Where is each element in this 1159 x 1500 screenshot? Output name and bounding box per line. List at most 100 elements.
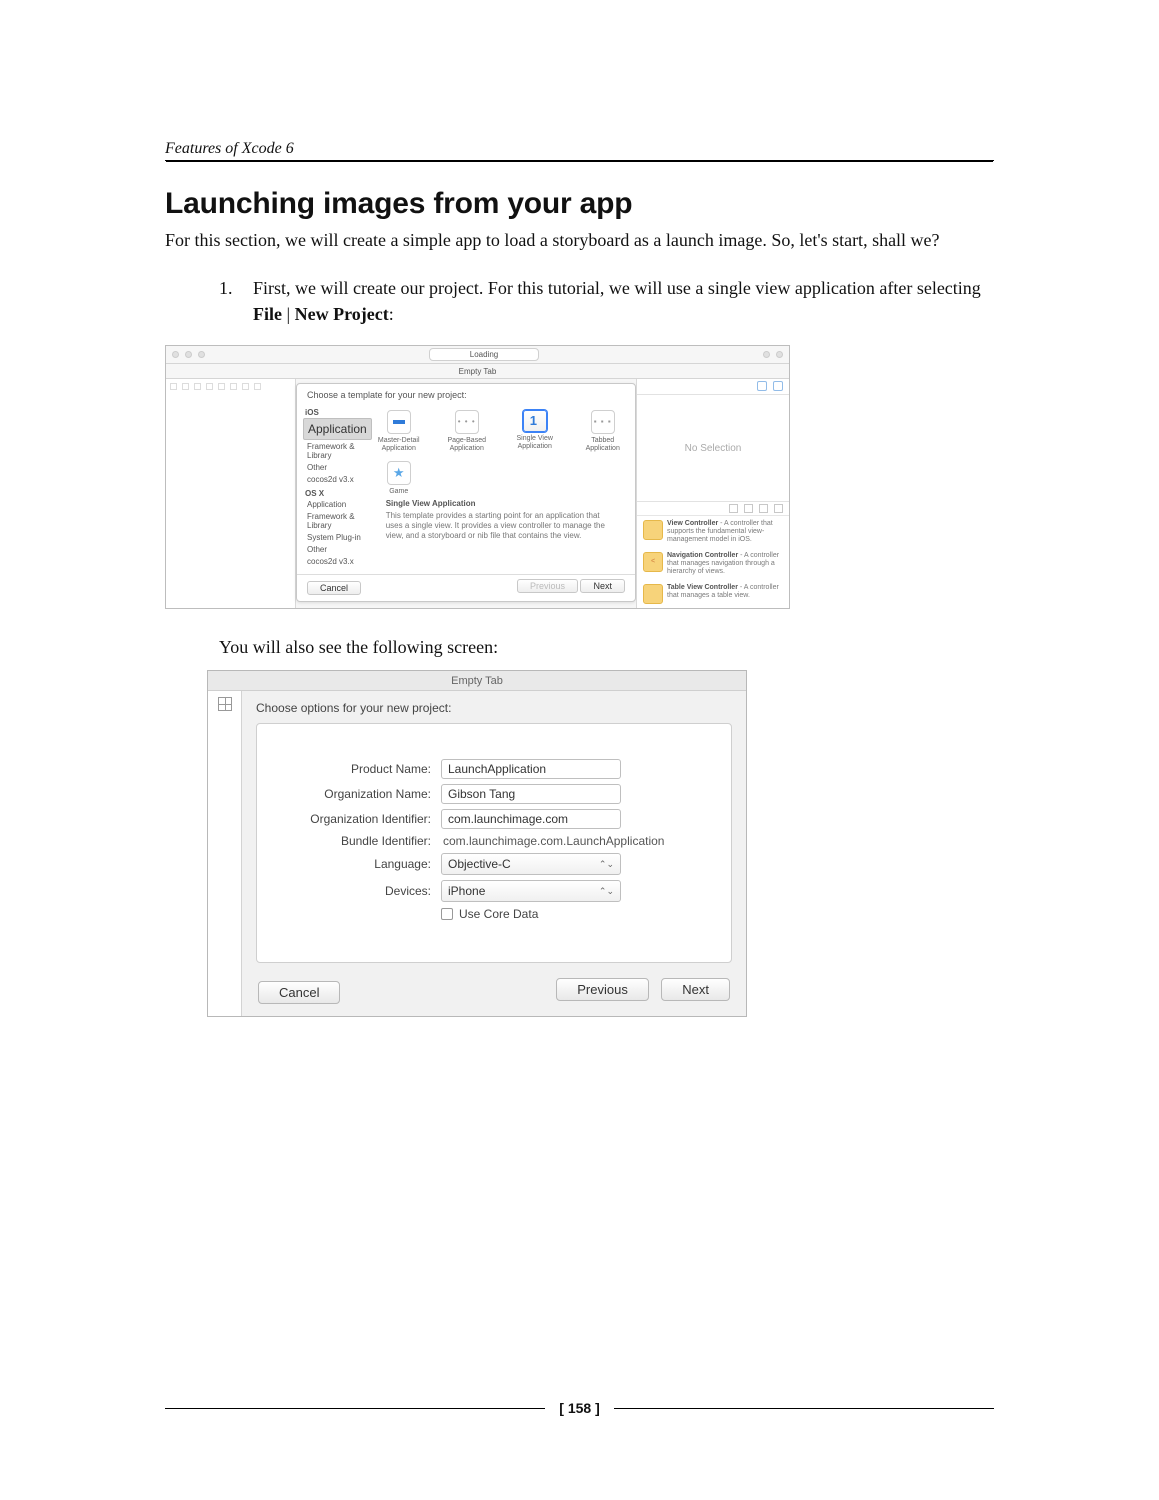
language-select[interactable]: Objective-C ⌃⌄ [441,853,621,875]
platform-osx: OS X [305,489,370,498]
nav-tab-icon[interactable] [230,383,237,390]
grid-icon[interactable] [218,697,232,711]
inspector-tab-icon[interactable] [757,381,767,391]
tab-empty[interactable]: Empty Tab [459,367,497,376]
organization-name-field[interactable]: Gibson Tang [441,784,621,804]
tile-label: Page-Based Application [442,437,492,452]
library-tab-icon[interactable] [759,504,768,513]
lib-title: Navigation Controller [667,552,738,559]
tile-single-view[interactable]: 1 Single View Application [510,410,560,452]
page-number: [ 158 ] [555,1400,603,1416]
sheet-title: Choose options for your new project: [242,691,746,715]
star-icon: ★ [393,466,405,480]
chevron-updown-icon: ⌃⌄ [599,859,614,870]
dots-icon: • • • [458,418,476,427]
library-item[interactable]: Table View Controller - A controller tha… [637,580,789,608]
org-id-label: Organization Identifier: [281,812,441,826]
next-button[interactable]: Next [661,978,730,1001]
nav-tab-icon[interactable] [242,383,249,390]
use-core-data-label: Use Core Data [459,907,538,921]
library-tab-icon[interactable] [729,504,738,513]
status-area: Loading [211,348,757,361]
inspector-tabs [637,379,789,395]
traffic-light-max-icon [198,351,205,358]
desc-body: This template provides a starting point … [386,511,616,541]
organization-identifier-field[interactable]: com.launchimage.com [441,809,621,829]
running-header: Features of Xcode 6 [165,140,994,161]
cancel-button[interactable]: Cancel [258,981,340,1004]
nav-tab-icon[interactable] [218,383,225,390]
nav-tab-icon[interactable] [182,383,189,390]
sidebar-item-osx-plugin[interactable]: System Plug-in [303,532,372,543]
tile-label: Master-Detail Application [374,437,424,452]
navigator-tabs [170,383,291,390]
next-button[interactable]: Next [580,579,625,593]
lib-title: View Controller [667,520,718,527]
product-name-field[interactable]: LaunchApplication [441,759,621,779]
use-core-data-checkbox[interactable] [441,908,453,920]
cancel-button[interactable]: Cancel [307,581,361,595]
chevron-updown-icon: ⌃⌄ [599,886,614,897]
section-heading: Launching images from your app [165,187,994,221]
step-number: 1. [219,275,241,327]
menu-new-project: New Project [295,304,389,324]
desc-title: Single View Application [386,499,616,509]
template-tiles: Master-Detail Application • • • Page-Base… [370,404,638,574]
screenshot-template-chooser: Loading Empty Tab Choose a template for … [165,345,790,609]
sidebar-item-framework[interactable]: Framework & Library [303,441,372,461]
devices-value: iPhone [448,884,485,898]
template-sheet: Choose a template for your new project: … [296,383,636,602]
library-item[interactable]: <Navigation Controller - A controller th… [637,548,789,580]
language-value: Objective-C [448,857,511,871]
org-name-label: Organization Name: [281,787,441,801]
previous-button[interactable]: Previous [556,978,649,1001]
tile-master-detail[interactable]: Master-Detail Application [374,410,424,452]
toolbar-icon [763,351,770,358]
library-item[interactable]: View Controller - A controller that supp… [637,516,789,548]
sheet-footer: Cancel Previous Next [297,574,635,601]
intro-paragraph: For this section, we will create a simpl… [165,227,994,253]
previous-button[interactable]: Previous [517,579,578,593]
tab-bar: Empty Tab [166,364,789,379]
tile-label: Single View Application [510,435,560,450]
sidebar-item-osx-other[interactable]: Other [303,544,372,555]
devices-select[interactable]: iPhone ⌃⌄ [441,880,621,902]
sidebar-item-osx-app[interactable]: Application [303,499,372,510]
step-text: First, we will create our project. For t… [253,275,994,327]
menu-sep: | [282,304,295,324]
sidebar-item-other[interactable]: Other [303,462,372,473]
between-text: You will also see the following screen: [219,637,994,658]
nav-tab-icon[interactable] [206,383,213,390]
sidebar-item-application[interactable]: Application [303,418,372,440]
library-tab-icon[interactable] [744,504,753,513]
product-name-label: Product Name: [281,762,441,776]
sidebar-item-osx-cocos2d[interactable]: cocos2d v3.x [303,556,372,567]
view-controller-icon [643,520,663,540]
nav-tab-icon[interactable] [170,383,177,390]
tile-tabbed[interactable]: ▪ ▪ ▪ Tabbed Application [578,410,628,452]
page-footer: [ 158 ] [165,1400,994,1416]
sidebar-item-cocos2d[interactable]: cocos2d v3.x [303,474,372,485]
menu-file: File [253,304,282,324]
tile-page-based[interactable]: • • • Page-Based Application [442,410,492,452]
tile-label: Tabbed Application [578,437,628,452]
nav-tab-icon[interactable] [194,383,201,390]
library-tab-icon[interactable] [774,504,783,513]
navigator-area [166,379,296,608]
tabs-icon: ▪ ▪ ▪ [594,418,612,427]
sidebar-item-osx-framework[interactable]: Framework & Library [303,511,372,531]
table-view-controller-icon [643,584,663,604]
one-icon: 1 [530,414,537,428]
tile-game[interactable]: ★Game [374,461,424,496]
nav-tab-icon[interactable] [254,383,261,390]
inspector-tab-icon[interactable] [773,381,783,391]
language-label: Language: [281,857,441,871]
sheet-footer: Cancel Previous Next [242,973,746,1016]
devices-label: Devices: [281,884,441,898]
tab-empty[interactable]: Empty Tab [451,675,503,687]
navigation-controller-icon: < [643,552,663,572]
tab-bar: Empty Tab [208,671,746,691]
sheet-title: Choose a template for your new project: [297,384,635,404]
screenshot-options-sheet: Empty Tab Choose options for your new pr… [207,670,747,1017]
object-library: View Controller - A controller that supp… [637,501,789,608]
